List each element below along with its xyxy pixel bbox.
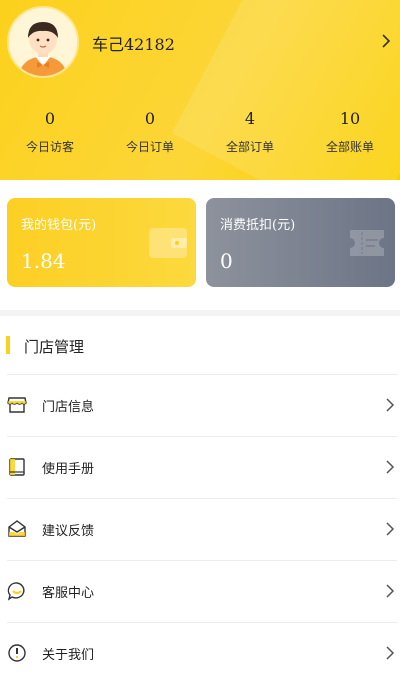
username[interactable]: 车己42182	[92, 31, 175, 55]
profile-chevron-right-icon[interactable]	[376, 31, 396, 51]
deduction-title: 消费抵扣(元)	[220, 218, 296, 233]
stat-value: 0	[144, 109, 156, 128]
store-menu: 门店信息 使用手册 建议反馈 客服中心 关于我们	[0, 375, 400, 685]
menu-item-store-info[interactable]: 门店信息	[0, 375, 400, 437]
section-header: 门店管理	[0, 334, 400, 356]
stat-value: 0	[44, 109, 56, 128]
wallet-card[interactable]: 我的钱包(元) 1.84	[7, 198, 196, 287]
menu-item-label: 关于我们	[42, 648, 95, 663]
menu-item-feedback[interactable]: 建议反馈	[0, 499, 400, 561]
chevron-right-icon	[386, 460, 395, 474]
feedback-inbox-icon	[8, 520, 26, 537]
stat-all-bills[interactable]: 10 全部账单	[300, 108, 400, 155]
balance-cards: 我的钱包(元) 1.84 消费抵扣(元) 0	[0, 180, 400, 310]
menu-item-label: 客服中心	[42, 586, 95, 601]
menu-item-label: 使用手册	[42, 462, 95, 477]
section-accent-bar	[6, 336, 10, 354]
chevron-right-icon	[386, 398, 395, 412]
menu-item-label: 建议反馈	[42, 524, 95, 539]
coupon-icon	[350, 230, 384, 256]
stat-label: 今日访客	[25, 140, 74, 154]
wallet-icon	[149, 228, 187, 258]
stat-value: 4	[244, 109, 256, 128]
profile-header: 车己42182 0 今日访客 0 今日订单 4 全部订单 10 全部账单	[0, 0, 400, 180]
menu-item-label: 门店信息	[42, 400, 95, 415]
stat-label: 今日订单	[125, 140, 174, 154]
info-icon	[8, 644, 26, 662]
stat-today-visitors[interactable]: 0 今日访客	[0, 108, 100, 155]
stat-value: 10	[339, 109, 361, 128]
chevron-right-icon	[386, 522, 395, 536]
chat-bubble-icon	[7, 582, 25, 601]
avatar[interactable]	[7, 6, 79, 78]
stat-today-orders[interactable]: 0 今日订单	[100, 108, 200, 155]
menu-item-about-us[interactable]: 关于我们	[0, 623, 400, 685]
stat-label: 全部账单	[325, 140, 374, 154]
avatar-illustration-icon	[9, 8, 77, 76]
stats-row: 0 今日访客 0 今日订单 4 全部订单 10 全部账单	[0, 108, 400, 155]
chevron-right-icon	[386, 584, 395, 598]
menu-item-customer-service[interactable]: 客服中心	[0, 561, 400, 623]
store-icon	[7, 397, 27, 413]
section-divider	[0, 310, 400, 316]
book-icon	[9, 458, 25, 476]
menu-item-user-manual[interactable]: 使用手册	[0, 437, 400, 499]
deduction-card[interactable]: 消费抵扣(元) 0	[206, 198, 395, 287]
wallet-value: 1.84	[21, 249, 66, 273]
stat-label: 全部订单	[225, 140, 274, 154]
deduction-value: 0	[220, 249, 233, 273]
section-title: 门店管理	[24, 338, 85, 356]
stat-all-orders[interactable]: 4 全部订单	[200, 108, 300, 155]
wallet-title: 我的钱包(元)	[21, 218, 97, 233]
chevron-right-icon	[386, 646, 395, 660]
